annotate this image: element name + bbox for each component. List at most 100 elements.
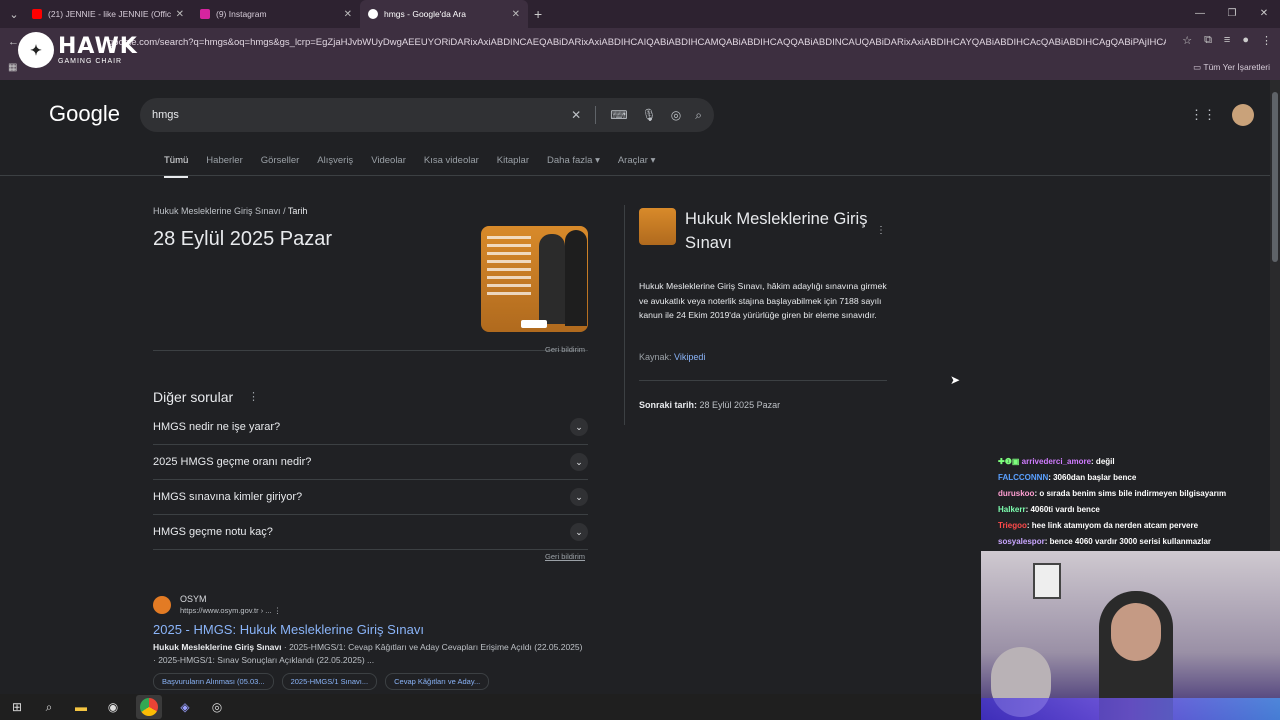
- close-window-button[interactable]: ✕: [1248, 0, 1280, 28]
- paa-question[interactable]: HMGS geçme notu kaç? ⌄: [153, 515, 588, 550]
- restore-button[interactable]: ❐: [1216, 0, 1248, 28]
- apps-grid-icon[interactable]: ▦: [8, 62, 17, 73]
- webcam-overlay: [981, 551, 1280, 720]
- chevron-down-icon[interactable]: ⌄: [570, 453, 588, 471]
- all-bookmarks[interactable]: ▭ Tüm Yer İşaretleri: [1193, 62, 1270, 73]
- kp-description: Hukuk Mesleklerine Giriş Sınavı, hâkim a…: [639, 281, 887, 320]
- file-explorer-icon[interactable]: ▬: [72, 698, 90, 716]
- wikipedia-link[interactable]: Vikipedi: [674, 352, 705, 362]
- obs-icon[interactable]: ◎: [208, 698, 226, 716]
- app-icon[interactable]: ◉: [104, 698, 122, 716]
- more-options-icon[interactable]: ⋮: [274, 606, 282, 615]
- chat-user: Halkerr: [998, 505, 1026, 514]
- paa-question[interactable]: HMGS sınavına kimler giriyor? ⌄: [153, 480, 588, 515]
- chat-text: : değil: [1091, 457, 1115, 466]
- close-icon[interactable]: ✕: [176, 9, 184, 20]
- tab-search-button[interactable]: ⌄: [4, 4, 24, 24]
- new-tab-button[interactable]: +: [534, 6, 542, 22]
- divider: [595, 106, 597, 124]
- poster-person: [565, 230, 587, 326]
- tab-youtube[interactable]: (21) JENNIE - like JENNIE (Offic ✕: [24, 0, 192, 28]
- chat-message: Triegoo: hee link atamıyom da nerden atc…: [998, 518, 1280, 534]
- snippet-bold: Hukuk Mesleklerine Giriş Sınavı: [153, 642, 282, 652]
- tab-instagram[interactable]: (9) Instagram ✕: [192, 0, 360, 28]
- instagram-icon: [200, 9, 210, 19]
- osym-favicon: [153, 596, 171, 614]
- close-icon[interactable]: ✕: [344, 9, 352, 20]
- next-date-label: Sonraki tarih:: [639, 400, 698, 410]
- browser-toolbar: ← google.com/search?q=hmgs&oq=hmgs&gs_lc…: [0, 28, 1280, 80]
- kp-source: Kaynak: Vikipedi: [639, 352, 705, 362]
- folder-icon: ▭: [1193, 62, 1204, 72]
- tab-google-search[interactable]: hmgs - Google'da Ara ✕: [360, 0, 528, 28]
- poster-person: [539, 234, 565, 324]
- paa-question[interactable]: HMGS nedir ne işe yarar? ⌄: [153, 410, 588, 445]
- divider: [0, 175, 1270, 176]
- logo-subtitle: GAMING CHAIR: [58, 57, 123, 65]
- chrome-taskbar-item[interactable]: [136, 695, 162, 719]
- minimize-button[interactable]: —: [1184, 0, 1216, 28]
- scrollbar-thumb[interactable]: [1272, 92, 1278, 262]
- search-icon[interactable]: ⌕: [695, 108, 702, 123]
- chat-message: Halkerr: 4060ti vardı bence: [998, 502, 1280, 518]
- chat-message: ✚❶▣ arrivederci_amore: değil: [998, 454, 1280, 470]
- sitelink-chip[interactable]: Başvuruların Alınması (05.03...: [153, 673, 274, 690]
- address-bar[interactable]: google.com/search?q=hmgs&oq=hmgs&gs_lcrp…: [108, 34, 1166, 52]
- windows-start-icon[interactable]: ⊞: [8, 698, 26, 716]
- sitelink-chip[interactable]: 2025-HMGS/1 Sınavı...: [281, 673, 378, 690]
- extensions-icon[interactable]: ⧉: [1204, 34, 1212, 47]
- result-title-link[interactable]: 2025 - HMGS: Hukuk Mesleklerine Giriş Sı…: [153, 622, 424, 637]
- feedback-link[interactable]: Geri bildirim: [545, 552, 585, 561]
- result-url[interactable]: https://www.osym.gov.tr › ... ⋮: [180, 606, 281, 615]
- google-logo[interactable]: Google: [49, 101, 120, 127]
- taskbar: ⊞ ⌕ ▬ ◉ ◈ ◎: [0, 694, 981, 720]
- more-options-icon[interactable]: ⋮: [248, 390, 259, 403]
- breadcrumb-parent[interactable]: Hukuk Mesleklerine Giriş Sınavı: [153, 206, 281, 216]
- search-box[interactable]: hmgs ✕ ⌨ 🎙 ◎ ⌕: [140, 98, 714, 132]
- feedback-link[interactable]: Geri bildirim: [545, 345, 585, 354]
- wall-frame: [1033, 563, 1061, 599]
- streamer-face: [1111, 603, 1161, 661]
- search-icon[interactable]: ⌕: [40, 698, 58, 716]
- google-apps-icon[interactable]: ⋮⋮: [1190, 107, 1216, 123]
- star-icon[interactable]: ☆: [1182, 34, 1192, 47]
- search-input[interactable]: hmgs: [152, 109, 571, 121]
- lens-icon[interactable]: ◎: [671, 108, 681, 122]
- discord-icon[interactable]: ◈: [176, 698, 194, 716]
- result-site-name[interactable]: OSYM: [180, 594, 207, 604]
- breadcrumb-separator: /: [283, 206, 286, 216]
- result-snippet: Hukuk Mesleklerine Giriş Sınavı · 2025-H…: [153, 641, 583, 667]
- more-options-icon[interactable]: ⋮: [876, 225, 886, 236]
- window-controls: — ❐ ✕: [1184, 0, 1280, 28]
- menu-icon[interactable]: ⋮: [1261, 34, 1272, 47]
- profile-icon[interactable]: ●: [1242, 34, 1249, 47]
- keyboard-icon[interactable]: ⌨: [610, 108, 627, 122]
- chat-message: duruskoo: o sırada benim sims bile indir…: [998, 486, 1280, 502]
- media-icon[interactable]: ≡: [1224, 34, 1230, 47]
- close-icon[interactable]: ✕: [512, 9, 520, 20]
- chat-user: sosyalespor: [998, 537, 1045, 546]
- bookmarks-label: Tüm Yer İşaretleri: [1203, 62, 1270, 72]
- featured-answer: 28 Eylül 2025 Pazar: [153, 228, 333, 250]
- divider: [639, 380, 887, 381]
- microphone-icon[interactable]: 🎙: [642, 108, 657, 122]
- chat-message: sosyalespor: bence 4060 vardır 3000 seri…: [998, 534, 1280, 550]
- chat-text: : 3060dan başlar bence: [1048, 473, 1137, 482]
- featured-image[interactable]: [481, 226, 588, 332]
- tab-label: (9) Instagram: [216, 9, 267, 19]
- mouse-cursor-icon: ➤: [950, 373, 961, 387]
- chat-user: duruskoo: [998, 489, 1035, 498]
- chat-text: : hee link atamıyom da nerden atcam perv…: [1026, 521, 1199, 530]
- kp-thumbnail[interactable]: [639, 208, 676, 245]
- chevron-down-icon[interactable]: ⌄: [570, 488, 588, 506]
- poster-badge: [521, 320, 547, 328]
- sitelink-chip[interactable]: Cevap Kâğıtları ve Aday...: [385, 673, 490, 690]
- paa-question[interactable]: 2025 HMGS geçme oranı nedir? ⌄: [153, 445, 588, 480]
- avatar[interactable]: [1232, 104, 1254, 126]
- neon-light: [981, 698, 1280, 720]
- google-icon: [368, 9, 378, 19]
- youtube-icon: [32, 9, 42, 19]
- clear-icon[interactable]: ✕: [571, 108, 581, 122]
- chevron-down-icon[interactable]: ⌄: [570, 523, 588, 541]
- chevron-down-icon[interactable]: ⌄: [570, 418, 588, 436]
